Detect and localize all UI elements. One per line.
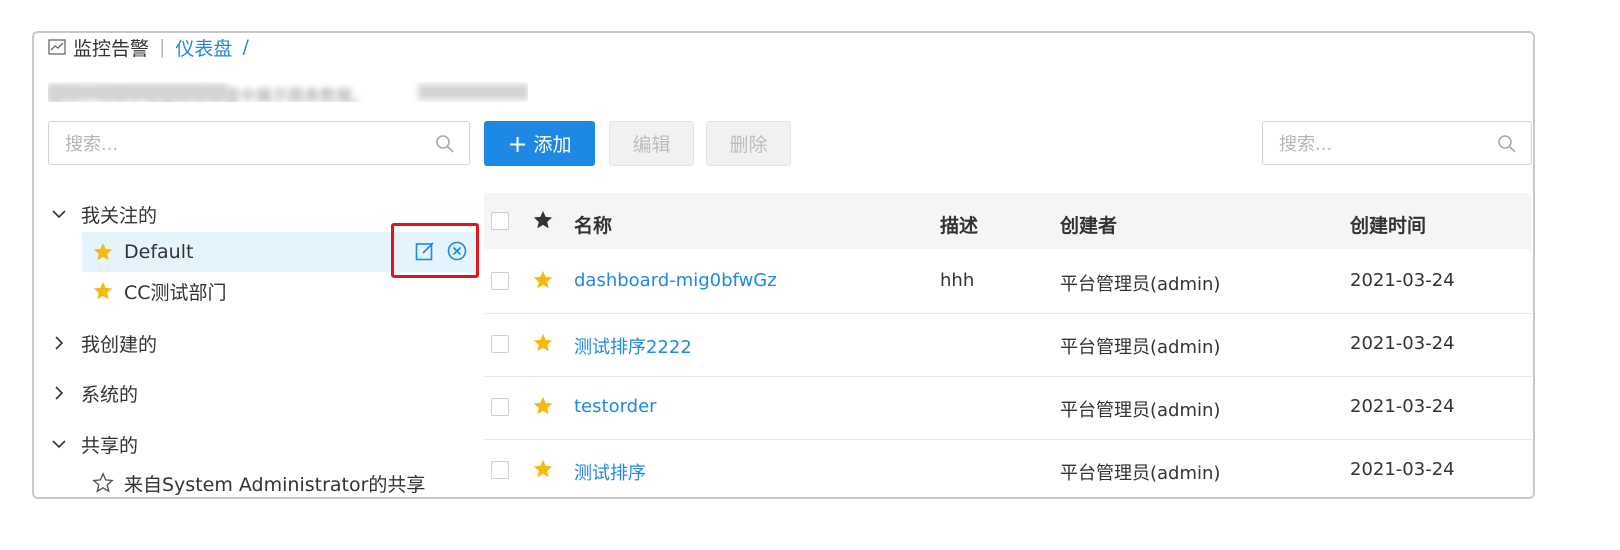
star-filled-icon[interactable] (532, 269, 554, 291)
breadcrumb-root[interactable]: 监控告警 (73, 34, 149, 61)
plus-icon: + (507, 129, 528, 158)
star-filled-icon[interactable] (92, 241, 114, 263)
row-name-link[interactable]: testorder (574, 396, 657, 417)
row-created-time: 2021-03-24 (1350, 333, 1455, 354)
column-header-name[interactable]: 名称 (574, 211, 612, 238)
table-row[interactable]: 测试排序 平台管理员(admin) 2021-03-24 (484, 439, 1532, 497)
star-filled-icon[interactable] (92, 280, 114, 302)
tree-group-system[interactable]: 系统的 (52, 377, 138, 409)
row-name-link[interactable]: dashboard-mig0bfwGz (574, 270, 777, 291)
row-creator: 平台管理员(admin) (1060, 463, 1221, 484)
star-filled-icon[interactable] (532, 395, 554, 417)
tree-item-label: 来自System Administrator的共享 (124, 473, 426, 496)
column-header-desc[interactable]: 描述 (940, 211, 978, 238)
row-name-link[interactable]: 测试排序 (574, 459, 646, 485)
tree-item-label: CC测试部门 (124, 281, 227, 304)
delete-button-label: 删除 (729, 134, 768, 156)
star-header-icon (532, 209, 554, 231)
row-checkbox[interactable] (491, 461, 509, 479)
tree-group-created[interactable]: 我创建的 (52, 327, 157, 359)
star-filled-icon[interactable] (532, 458, 554, 480)
edit-icon[interactable] (415, 241, 435, 261)
dashboard-panel: 监控告警 | 仪表盘 / 提示：可用于在监控仪表盘中展示图表数据。 + 添加 编… (32, 31, 1535, 499)
monitor-chart-icon (48, 39, 66, 55)
blurred-notice: 提示：可用于在监控仪表盘中展示图表数据。 (48, 82, 528, 102)
breadcrumb-slash: / (242, 36, 249, 58)
close-circle-icon[interactable] (447, 241, 467, 261)
chevron-right-icon[interactable] (52, 386, 66, 400)
row-creator: 平台管理员(admin) (1060, 400, 1221, 421)
tree-group-shared[interactable]: 共享的 (52, 428, 138, 460)
row-created-time: 2021-03-24 (1350, 270, 1455, 291)
table-row[interactable]: testorder 平台管理员(admin) 2021-03-24 (484, 376, 1532, 440)
add-button-label: 添加 (533, 134, 572, 156)
tree-item-cc-dept[interactable]: CC测试部门 (82, 271, 478, 311)
row-checkbox[interactable] (491, 272, 509, 290)
edit-button-label: 编辑 (632, 134, 671, 156)
row-creator: 平台管理员(admin) (1060, 337, 1221, 358)
highlighted-actions-box (391, 223, 479, 278)
tree-item-shared-admin[interactable]: 来自System Administrator的共享 (82, 463, 478, 497)
edit-button[interactable]: 编辑 (609, 121, 694, 166)
chevron-down-icon[interactable] (52, 437, 66, 451)
row-name-link[interactable]: 测试排序2222 (574, 333, 692, 359)
select-all-checkbox[interactable] (491, 212, 509, 230)
redaction-block (48, 84, 228, 100)
search-icon[interactable] (1497, 134, 1517, 154)
row-created-time: 2021-03-24 (1350, 396, 1455, 417)
redaction-block (418, 84, 528, 100)
row-created-time: 2021-03-24 (1350, 459, 1455, 480)
tree-item-label: Default (124, 241, 194, 263)
breadcrumb-separator: | (159, 36, 166, 58)
row-desc: hhh (940, 270, 975, 291)
delete-button[interactable]: 删除 (706, 121, 791, 166)
tree-group-label: 我关注的 (81, 204, 158, 227)
row-creator: 平台管理员(admin) (1060, 274, 1221, 295)
tree-search-box[interactable] (48, 121, 470, 165)
table-row[interactable]: 测试排序2222 平台管理员(admin) 2021-03-24 (484, 313, 1532, 377)
star-outline-icon[interactable] (92, 472, 114, 494)
table-row[interactable]: dashboard-mig0bfwGz hhh 平台管理员(admin) 202… (484, 250, 1532, 314)
tree-group-label: 共享的 (81, 434, 139, 457)
column-header-created-time[interactable]: 创建时间 (1350, 211, 1426, 238)
breadcrumb: 监控告警 | 仪表盘 / (48, 34, 249, 61)
column-header-creator[interactable]: 创建者 (1060, 211, 1117, 238)
row-checkbox[interactable] (491, 398, 509, 416)
breadcrumb-current[interactable]: 仪表盘 (175, 34, 232, 61)
table-search-box[interactable] (1262, 121, 1532, 165)
table-header: 名称 描述 创建者 创建时间 (484, 193, 1532, 249)
add-button[interactable]: + 添加 (484, 121, 595, 166)
tree-search-input[interactable] (63, 131, 403, 157)
tree-group-label: 我创建的 (81, 333, 158, 356)
tree-group-label: 系统的 (81, 383, 139, 406)
tree-group-following[interactable]: 我关注的 (52, 198, 157, 230)
star-filled-icon[interactable] (532, 332, 554, 354)
row-checkbox[interactable] (491, 335, 509, 353)
chevron-down-icon[interactable] (52, 207, 66, 221)
table-search-input[interactable] (1277, 131, 1496, 157)
chevron-right-icon[interactable] (52, 336, 66, 350)
search-icon[interactable] (435, 134, 455, 154)
